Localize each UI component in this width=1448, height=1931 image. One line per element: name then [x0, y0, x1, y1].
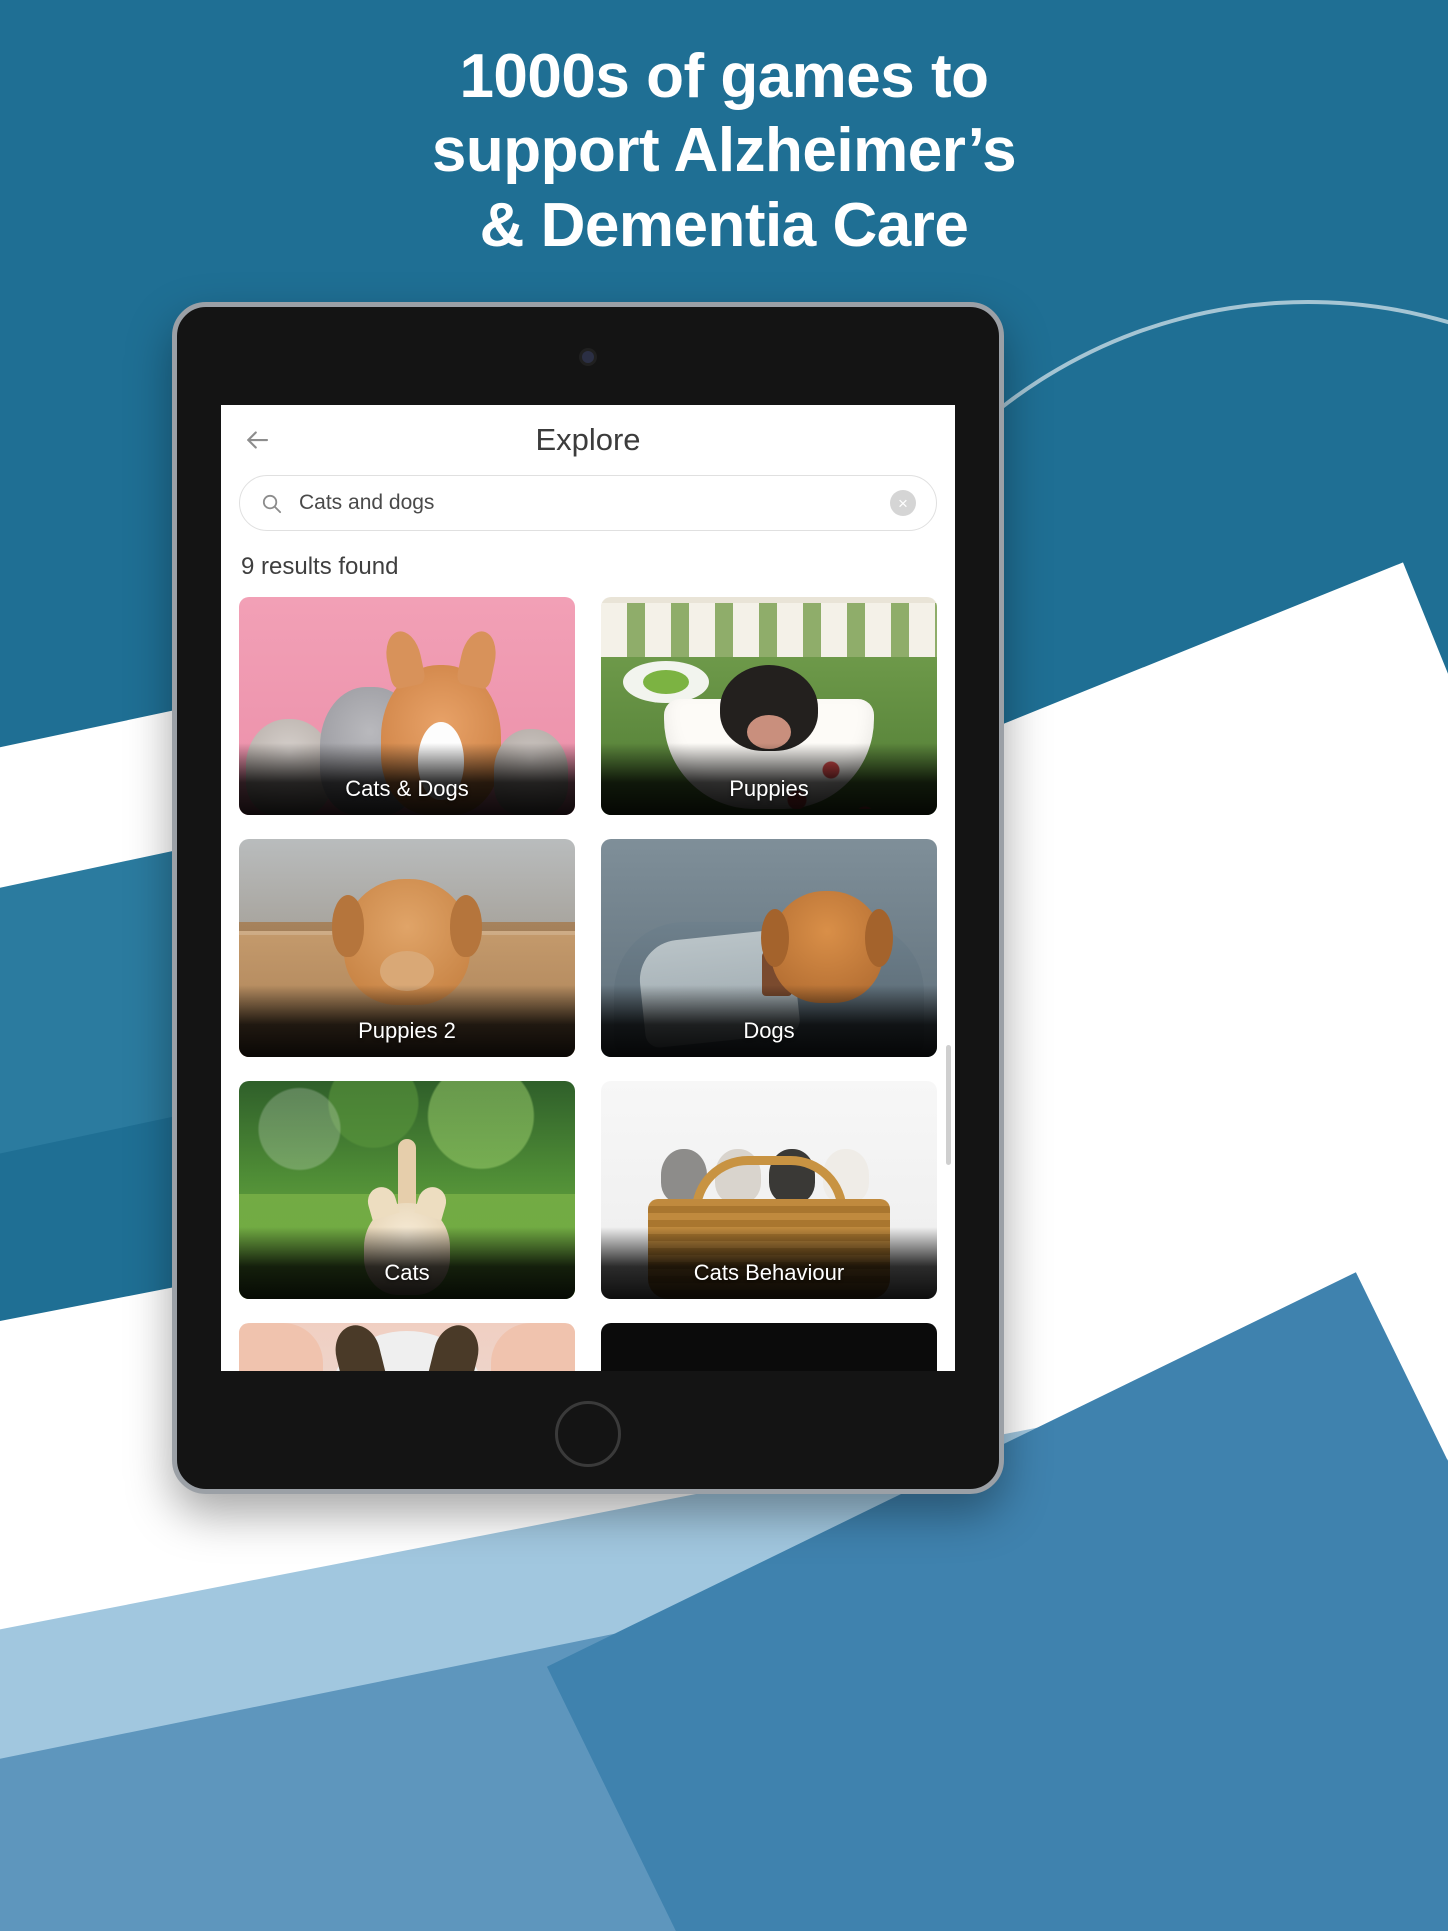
- clear-search-icon[interactable]: ×: [890, 490, 916, 516]
- card-label: Cats Behaviour: [693, 1260, 845, 1285]
- promo-headline: 1000s of games to support Alzheimer’s & …: [0, 40, 1448, 263]
- result-card-dogs[interactable]: Dogs: [601, 839, 937, 1057]
- app-screen: Explore Cats and dogs × 9 results found: [221, 405, 955, 1371]
- search-icon: [260, 492, 283, 515]
- card-label: Dogs: [743, 1018, 795, 1043]
- search-input[interactable]: Cats and dogs ×: [239, 475, 937, 531]
- card-image-partial-cat: [239, 1323, 575, 1371]
- result-card-cats-and-dogs[interactable]: Cats & Dogs: [239, 597, 575, 815]
- home-button[interactable]: [555, 1401, 621, 1467]
- card-label: Cats & Dogs: [345, 776, 469, 801]
- result-card-cats-behaviour[interactable]: Cats Behaviour: [601, 1081, 937, 1299]
- card-label: Puppies: [729, 776, 809, 801]
- tablet-device: Explore Cats and dogs × 9 results found: [172, 302, 1004, 1494]
- back-arrow-icon: [247, 431, 269, 449]
- app-header: Explore: [221, 405, 955, 475]
- search-section: Cats and dogs ×: [221, 475, 955, 531]
- card-image-partial-musical: [601, 1323, 937, 1371]
- results-count: 9 results found: [241, 553, 399, 580]
- card-label: Puppies 2: [358, 1018, 456, 1043]
- back-button[interactable]: [239, 422, 275, 458]
- results-grid: Cats & Dogs Puppies Puppies 2 Dogs Cats …: [221, 597, 955, 1371]
- headline-line-1: 1000s of games to: [459, 42, 989, 111]
- result-card-partial-cat[interactable]: [239, 1323, 575, 1371]
- search-value: Cats and dogs: [299, 491, 435, 514]
- result-card-cats[interactable]: Cats: [239, 1081, 575, 1299]
- result-card-puppies[interactable]: Puppies: [601, 597, 937, 815]
- scrollbar[interactable]: [946, 1045, 951, 1165]
- page-title: Explore: [535, 422, 641, 457]
- result-card-partial-musical[interactable]: [601, 1323, 937, 1371]
- result-card-puppies-2[interactable]: Puppies 2: [239, 839, 575, 1057]
- front-camera-icon: [582, 351, 594, 363]
- headline-line-2: support Alzheimer’s: [431, 116, 1017, 186]
- headline-line-3: & Dementia Care: [479, 190, 969, 260]
- card-label: Cats: [384, 1260, 430, 1285]
